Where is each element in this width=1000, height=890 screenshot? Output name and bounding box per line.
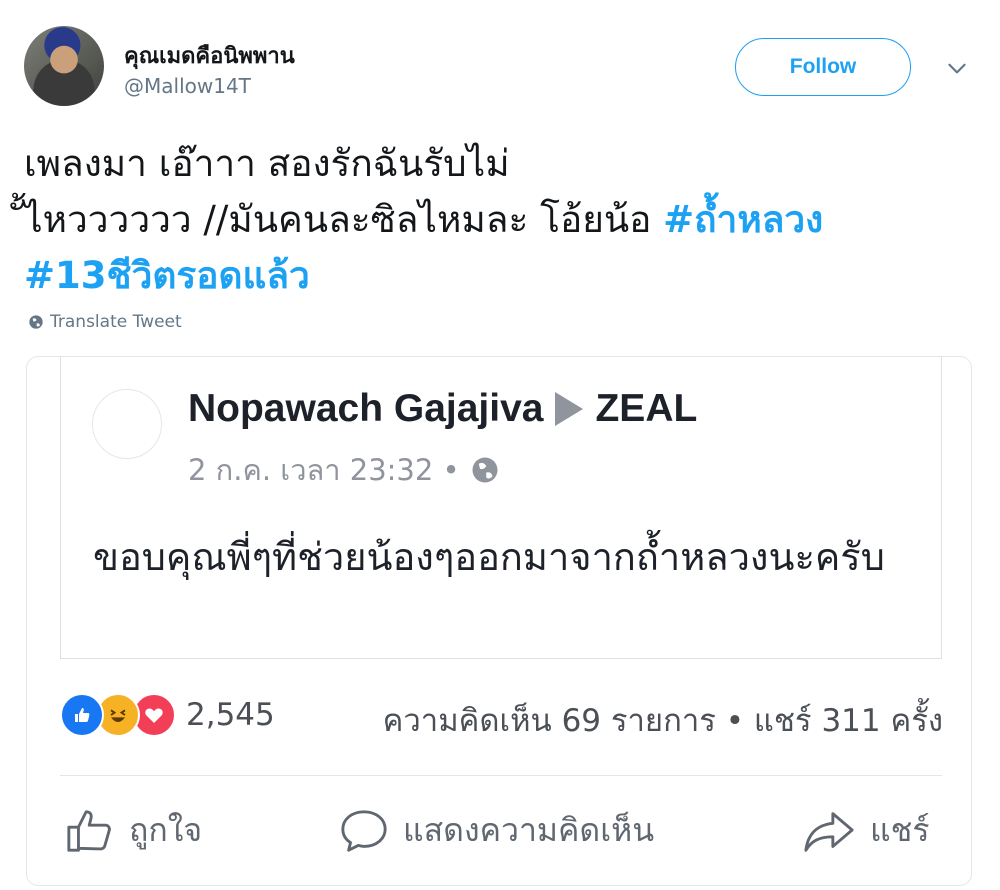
tweet-text-line2: ั้ไหวววววว //มันคนละซิลไหมละ โอ้ยน้อ xyxy=(24,198,664,241)
translate-tweet-link[interactable]: Translate Tweet xyxy=(28,312,182,332)
divider xyxy=(60,775,942,776)
like-label: ถูกใจ xyxy=(129,811,203,849)
reactions-summary[interactable]: 2,545 xyxy=(60,693,275,737)
share-button[interactable]: แชร์ xyxy=(802,805,930,856)
comment-icon xyxy=(341,809,387,852)
share-label: แชร์ xyxy=(870,811,930,849)
fb-target-name[interactable]: ZEAL xyxy=(595,387,697,431)
fb-post-meta: 2 ก.ค. เวลา 23:32 • xyxy=(188,447,500,493)
comment-button[interactable]: แสดงความคิดเห็น xyxy=(339,805,654,856)
fb-post-header: Nopawach Gajajiva ZEAL xyxy=(188,387,697,431)
tweet-text: เพลงมา เอ๊าาา สองรักฉันรับไม่ ั้ไหวววววว… xyxy=(24,136,984,304)
globe-icon xyxy=(29,315,43,329)
fb-timestamp[interactable]: 2 ก.ค. เวลา 23:32 • xyxy=(188,447,460,493)
chevron-down-icon[interactable] xyxy=(944,55,970,81)
tweet-text-line1: เพลงมา เอ๊าาา สองรักฉันรับไม่ xyxy=(24,142,510,185)
comments-shares-stats[interactable]: ความคิดเห็น 69 รายการ • แชร์ 311 ครั้ง xyxy=(383,695,943,745)
fb-post-body: ขอบคุณพี่ๆที่ช่วยน้องๆออกมาจากถ้ำหลวงนะค… xyxy=(93,535,885,579)
user-handle[interactable]: @Mallow14T xyxy=(124,74,251,98)
hashtag-link[interactable]: #13ชีวิตรอดแล้ว xyxy=(24,254,310,297)
globe-icon xyxy=(472,457,498,483)
follow-button[interactable]: Follow xyxy=(735,38,911,96)
hashtag-link[interactable]: #ถ้ำหลวง xyxy=(663,198,823,241)
fb-avatar[interactable] xyxy=(92,389,162,459)
reaction-count: 2,545 xyxy=(186,697,275,733)
facebook-post: Nopawach Gajajiva ZEAL 2 ก.ค. เวลา 23:32… xyxy=(60,357,942,659)
comment-label: แสดงความคิดเห็น xyxy=(403,811,655,849)
like-reaction-icon xyxy=(60,693,104,737)
arrow-icon xyxy=(555,392,584,426)
thumbs-up-icon xyxy=(67,809,111,852)
display-name[interactable]: คุณเมดคือนิพพาน xyxy=(124,38,295,73)
embedded-facebook-card[interactable]: Nopawach Gajajiva ZEAL 2 ก.ค. เวลา 23:32… xyxy=(26,356,972,886)
share-icon xyxy=(804,811,854,852)
avatar[interactable] xyxy=(24,26,104,106)
like-button[interactable]: ถูกใจ xyxy=(65,805,202,856)
fb-author-name[interactable]: Nopawach Gajajiva xyxy=(188,387,543,431)
translate-label: Translate Tweet xyxy=(50,312,182,332)
